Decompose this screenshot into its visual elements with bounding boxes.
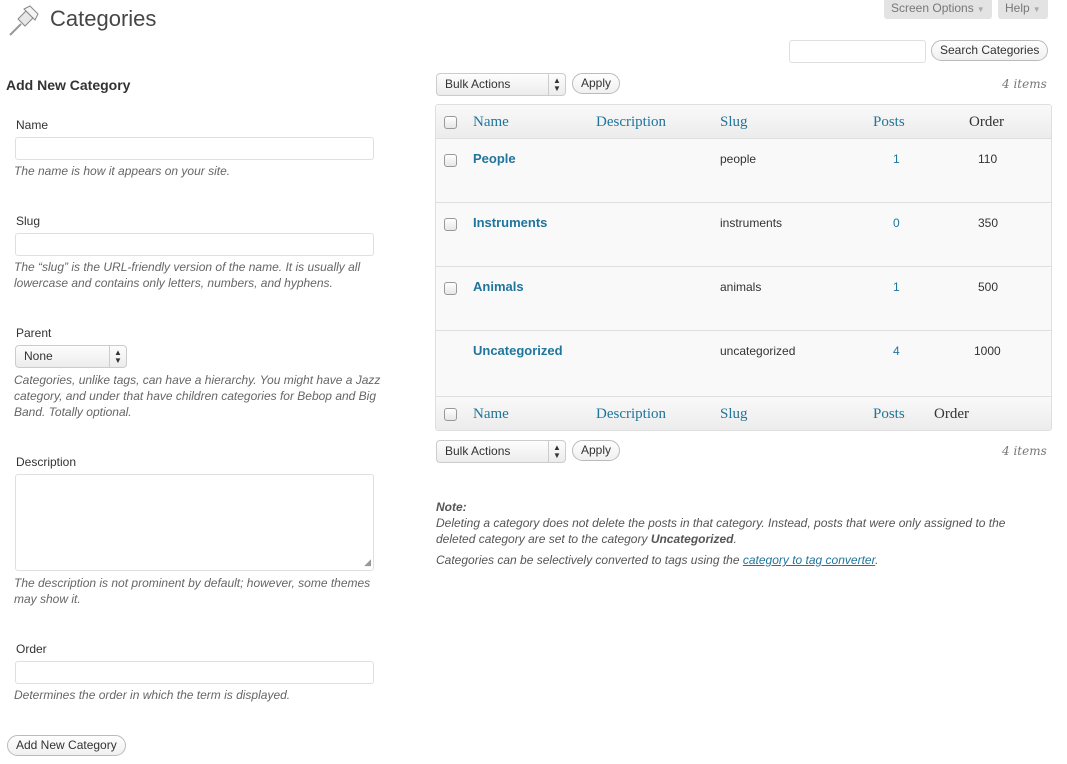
table-row: Instruments instruments 0 350 (436, 203, 1051, 267)
table-row: Animals animals 1 500 (436, 267, 1051, 331)
column-order: Order (969, 114, 1004, 130)
name-hint: The name is how it appears on your site. (14, 164, 231, 178)
converter-note-text: Categories can be selectively converted … (436, 553, 743, 567)
note-line1-end: . (733, 532, 737, 546)
converter-note: Categories can be selectively converted … (436, 552, 1036, 568)
apply-button-bottom[interactable]: Apply (572, 440, 621, 461)
column-slug-footer[interactable]: Slug (720, 406, 748, 423)
help-label: Help (1005, 1, 1030, 15)
row-checkbox[interactable] (444, 282, 457, 295)
screen-options-label: Screen Options (891, 1, 974, 15)
bulk-actions-label: Bulk Actions (445, 444, 511, 458)
row-slug: uncategorized (720, 344, 796, 358)
select-all-checkbox[interactable] (444, 116, 457, 129)
page-title: Categories (50, 6, 157, 31)
bulk-actions-select-bottom[interactable]: Bulk Actions ▲ ▼ (436, 440, 566, 463)
search-categories-button[interactable]: Search Categories (931, 40, 1049, 61)
slug-label: Slug (16, 214, 41, 228)
description-hint: The description is not prominent by defa… (14, 576, 371, 606)
select-arrows-icon: ▲ ▼ (548, 441, 565, 462)
parent-hint: Categories, unlike tags, can have a hier… (14, 373, 381, 419)
column-description[interactable]: Description (596, 114, 666, 131)
row-slug: people (720, 152, 757, 166)
select-arrows-icon: ▲ ▼ (548, 74, 565, 95)
column-description-footer[interactable]: Description (596, 406, 666, 423)
row-slug: instruments (720, 216, 783, 230)
form-title: Add New Category (6, 77, 131, 93)
help-button[interactable]: Help ▼ (998, 0, 1048, 19)
select-all-checkbox-footer[interactable] (444, 408, 457, 421)
row-posts-link[interactable]: 1 (893, 152, 900, 166)
chevron-down-icon: ▼ (1032, 5, 1041, 14)
order-label: Order (16, 642, 47, 656)
row-checkbox[interactable] (444, 218, 457, 231)
row-checkbox[interactable] (444, 154, 457, 167)
description-label: Description (16, 455, 77, 469)
screen-options-button[interactable]: Screen Options ▼ (884, 0, 992, 19)
row-name-link[interactable]: Instruments (473, 215, 547, 230)
note-text: Deleting a category does not delete the … (436, 515, 1036, 547)
categories-table: Name Description Slug Posts Order People… (435, 104, 1052, 431)
bulk-actions-label: Bulk Actions (445, 77, 511, 91)
column-posts[interactable]: Posts (873, 114, 905, 131)
row-order: 1000 (974, 344, 1001, 358)
name-input[interactable] (15, 137, 374, 160)
note-title: Note: (436, 500, 467, 514)
row-order: 110 (978, 152, 998, 166)
column-slug[interactable]: Slug (720, 114, 748, 131)
column-name-footer[interactable]: Name (473, 406, 509, 423)
row-order: 500 (978, 280, 999, 294)
resize-handle-icon[interactable]: ◢ (364, 557, 371, 568)
row-name-link[interactable]: People (473, 151, 516, 166)
chevron-down-icon: ▼ (976, 5, 985, 14)
search-input[interactable] (789, 40, 926, 63)
description-textarea[interactable]: ◢ (15, 474, 374, 571)
column-name[interactable]: Name (473, 114, 509, 131)
category-to-tag-converter-link[interactable]: category to tag converter (743, 553, 875, 567)
table-row: People people 1 110 (436, 139, 1051, 203)
row-posts-link[interactable]: 4 (893, 344, 900, 358)
parent-label: Parent (16, 326, 52, 340)
note-uncategorized: Uncategorized (650, 532, 734, 546)
row-order: 350 (978, 216, 999, 230)
order-input[interactable] (15, 661, 374, 684)
order-hint: Determines the order in which the term i… (14, 688, 291, 702)
add-new-category-button[interactable]: Add New Category (7, 735, 126, 756)
parent-select[interactable]: None ▲ ▼ (15, 345, 127, 368)
table-footer: Name Description Slug Posts Order (436, 396, 1051, 430)
row-slug: animals (720, 280, 762, 294)
row-name-link[interactable]: Animals (473, 279, 524, 294)
slug-hint: The “slug” is the URL-friendly version o… (14, 260, 361, 290)
row-posts-link[interactable]: 0 (893, 216, 900, 230)
table-row: Uncategorized uncategorized 4 1000 (436, 331, 1051, 395)
table-header: Name Description Slug Posts Order (436, 105, 1051, 139)
items-count-bottom: 4 items (1002, 444, 1047, 458)
select-arrows-icon: ▲ ▼ (109, 346, 126, 367)
bulk-actions-select-top[interactable]: Bulk Actions ▲ ▼ (436, 73, 566, 96)
pushpin-icon (6, 4, 40, 38)
parent-selected: None (24, 349, 53, 363)
column-posts-footer[interactable]: Posts (873, 406, 905, 423)
slug-input[interactable] (15, 233, 374, 256)
column-order-footer: Order (934, 406, 969, 422)
apply-button-top[interactable]: Apply (572, 73, 621, 94)
row-posts-link[interactable]: 1 (893, 280, 900, 294)
name-label: Name (16, 118, 49, 132)
row-name-link[interactable]: Uncategorized (473, 343, 563, 358)
converter-note-end: . (875, 553, 879, 567)
items-count-top: 4 items (1002, 77, 1047, 91)
